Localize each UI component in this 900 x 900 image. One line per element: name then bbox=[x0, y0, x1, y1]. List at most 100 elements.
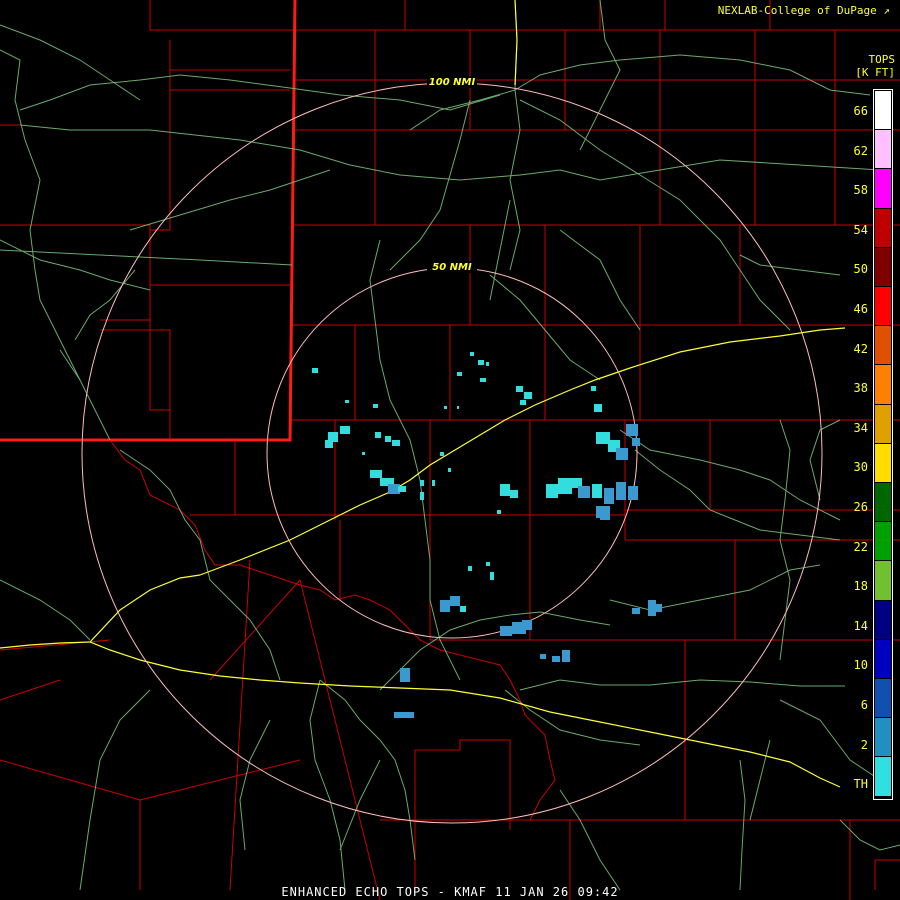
echo-cell bbox=[448, 468, 451, 472]
echo-cell bbox=[516, 386, 523, 392]
echo-cell bbox=[400, 668, 410, 682]
scale-label: 26 bbox=[853, 500, 868, 514]
echo-cell bbox=[468, 566, 472, 571]
scale-label: 10 bbox=[853, 658, 868, 673]
scale-label: 30 bbox=[853, 460, 868, 475]
scale-swatch bbox=[875, 326, 891, 365]
echo-cell bbox=[457, 372, 462, 376]
scale-swatch bbox=[875, 130, 891, 169]
echo-cell bbox=[444, 406, 447, 409]
echo-cell bbox=[562, 650, 570, 662]
scale-swatch bbox=[875, 208, 891, 247]
echo-cell bbox=[578, 486, 590, 498]
scale-swatch bbox=[875, 443, 891, 482]
scale-swatch bbox=[875, 287, 891, 326]
scale-label: 14 bbox=[853, 618, 868, 633]
scale-swatch bbox=[875, 639, 891, 678]
echo-cell bbox=[375, 432, 381, 438]
scale-swatch bbox=[875, 365, 891, 404]
echo-cell bbox=[524, 392, 532, 399]
scale-swatch bbox=[875, 718, 891, 757]
echo-cell bbox=[373, 404, 378, 408]
scale-swatch bbox=[875, 483, 891, 522]
scale-swatch bbox=[875, 561, 891, 600]
echo-cell bbox=[432, 480, 435, 486]
scale-label: TH bbox=[853, 777, 868, 792]
echo-cell bbox=[600, 512, 610, 520]
echo-cell bbox=[648, 600, 656, 616]
echo-cell bbox=[497, 510, 501, 514]
echo-cell bbox=[486, 362, 489, 366]
scale-swatch bbox=[875, 600, 891, 639]
echo-cell bbox=[546, 484, 558, 498]
scale-label: 2 bbox=[860, 737, 868, 752]
range-ring-label-100: 100 NMI bbox=[429, 77, 476, 88]
echo-cell bbox=[420, 492, 424, 500]
echo-cell bbox=[392, 440, 400, 446]
echo-cell bbox=[616, 482, 626, 500]
echo-cell bbox=[604, 488, 614, 504]
scale-label: 58 bbox=[853, 183, 868, 198]
scale-swatch bbox=[875, 169, 891, 208]
echo-cell bbox=[398, 486, 406, 492]
echo-cell bbox=[632, 608, 640, 614]
echo-cell bbox=[500, 484, 510, 496]
echo-cell bbox=[628, 486, 638, 500]
echo-cell bbox=[460, 606, 466, 612]
scale-label: 38 bbox=[853, 381, 868, 396]
echo-cell bbox=[440, 600, 450, 612]
echo-cell bbox=[370, 470, 382, 478]
echo-cell bbox=[632, 438, 640, 446]
echo-cell bbox=[478, 360, 484, 365]
scale-swatch bbox=[875, 404, 891, 443]
scale-swatch bbox=[875, 91, 891, 130]
echo-cell bbox=[457, 406, 459, 409]
echo-cell bbox=[470, 352, 474, 356]
range-ring-label-50: 50 NMI bbox=[432, 262, 472, 273]
echo-cell bbox=[486, 562, 490, 566]
echo-cell bbox=[592, 484, 602, 498]
echo-cell bbox=[558, 478, 572, 494]
echo-cell bbox=[500, 626, 512, 636]
scale-label: 18 bbox=[853, 579, 868, 594]
radar-map: 100 NMI 50 NMI bbox=[0, 0, 900, 900]
scale-label: 54 bbox=[853, 222, 868, 237]
product-footer: ENHANCED ECHO TOPS - KMAF 11 JAN 26 09:4… bbox=[281, 885, 619, 899]
echo-cell bbox=[591, 386, 596, 391]
echo-cell bbox=[450, 596, 460, 606]
scale-label: 66 bbox=[853, 104, 868, 118]
scale-swatch bbox=[875, 247, 891, 286]
color-scale-bar bbox=[873, 89, 893, 800]
scale-label: 6 bbox=[860, 698, 868, 712]
echo-cell bbox=[510, 490, 518, 498]
echo-cell bbox=[385, 436, 391, 442]
echo-cell bbox=[656, 604, 662, 612]
credit-label: NEXLAB-College of DuPage ↗ bbox=[717, 4, 890, 17]
echo-cell bbox=[480, 378, 486, 382]
scale-swatch bbox=[875, 679, 891, 718]
echo-cell bbox=[594, 404, 602, 412]
echo-cell bbox=[596, 432, 610, 444]
echo-cell bbox=[552, 656, 560, 662]
legend-title: TOPS [K FT] bbox=[855, 53, 895, 79]
scale-label: 46 bbox=[853, 302, 868, 316]
echo-cell bbox=[394, 712, 414, 718]
scale-swatch bbox=[875, 522, 891, 561]
echo-cell bbox=[522, 620, 532, 630]
scale-swatch bbox=[875, 757, 891, 796]
echo-cell bbox=[340, 426, 350, 434]
echo-cell bbox=[490, 572, 494, 580]
scale-label: 50 bbox=[853, 262, 868, 277]
echo-cell bbox=[312, 368, 318, 373]
echo-cell bbox=[325, 440, 333, 448]
echo-cell bbox=[345, 400, 349, 403]
scale-label: 22 bbox=[853, 539, 868, 554]
echo-cell bbox=[420, 480, 424, 486]
echo-cell bbox=[440, 452, 444, 456]
echo-cell bbox=[626, 424, 638, 436]
scale-label: 34 bbox=[853, 420, 868, 435]
scale-label: 42 bbox=[853, 341, 868, 356]
scale-label: 62 bbox=[853, 143, 868, 158]
echo-cell bbox=[540, 654, 546, 659]
external-link-icon: ↗ bbox=[883, 4, 890, 17]
